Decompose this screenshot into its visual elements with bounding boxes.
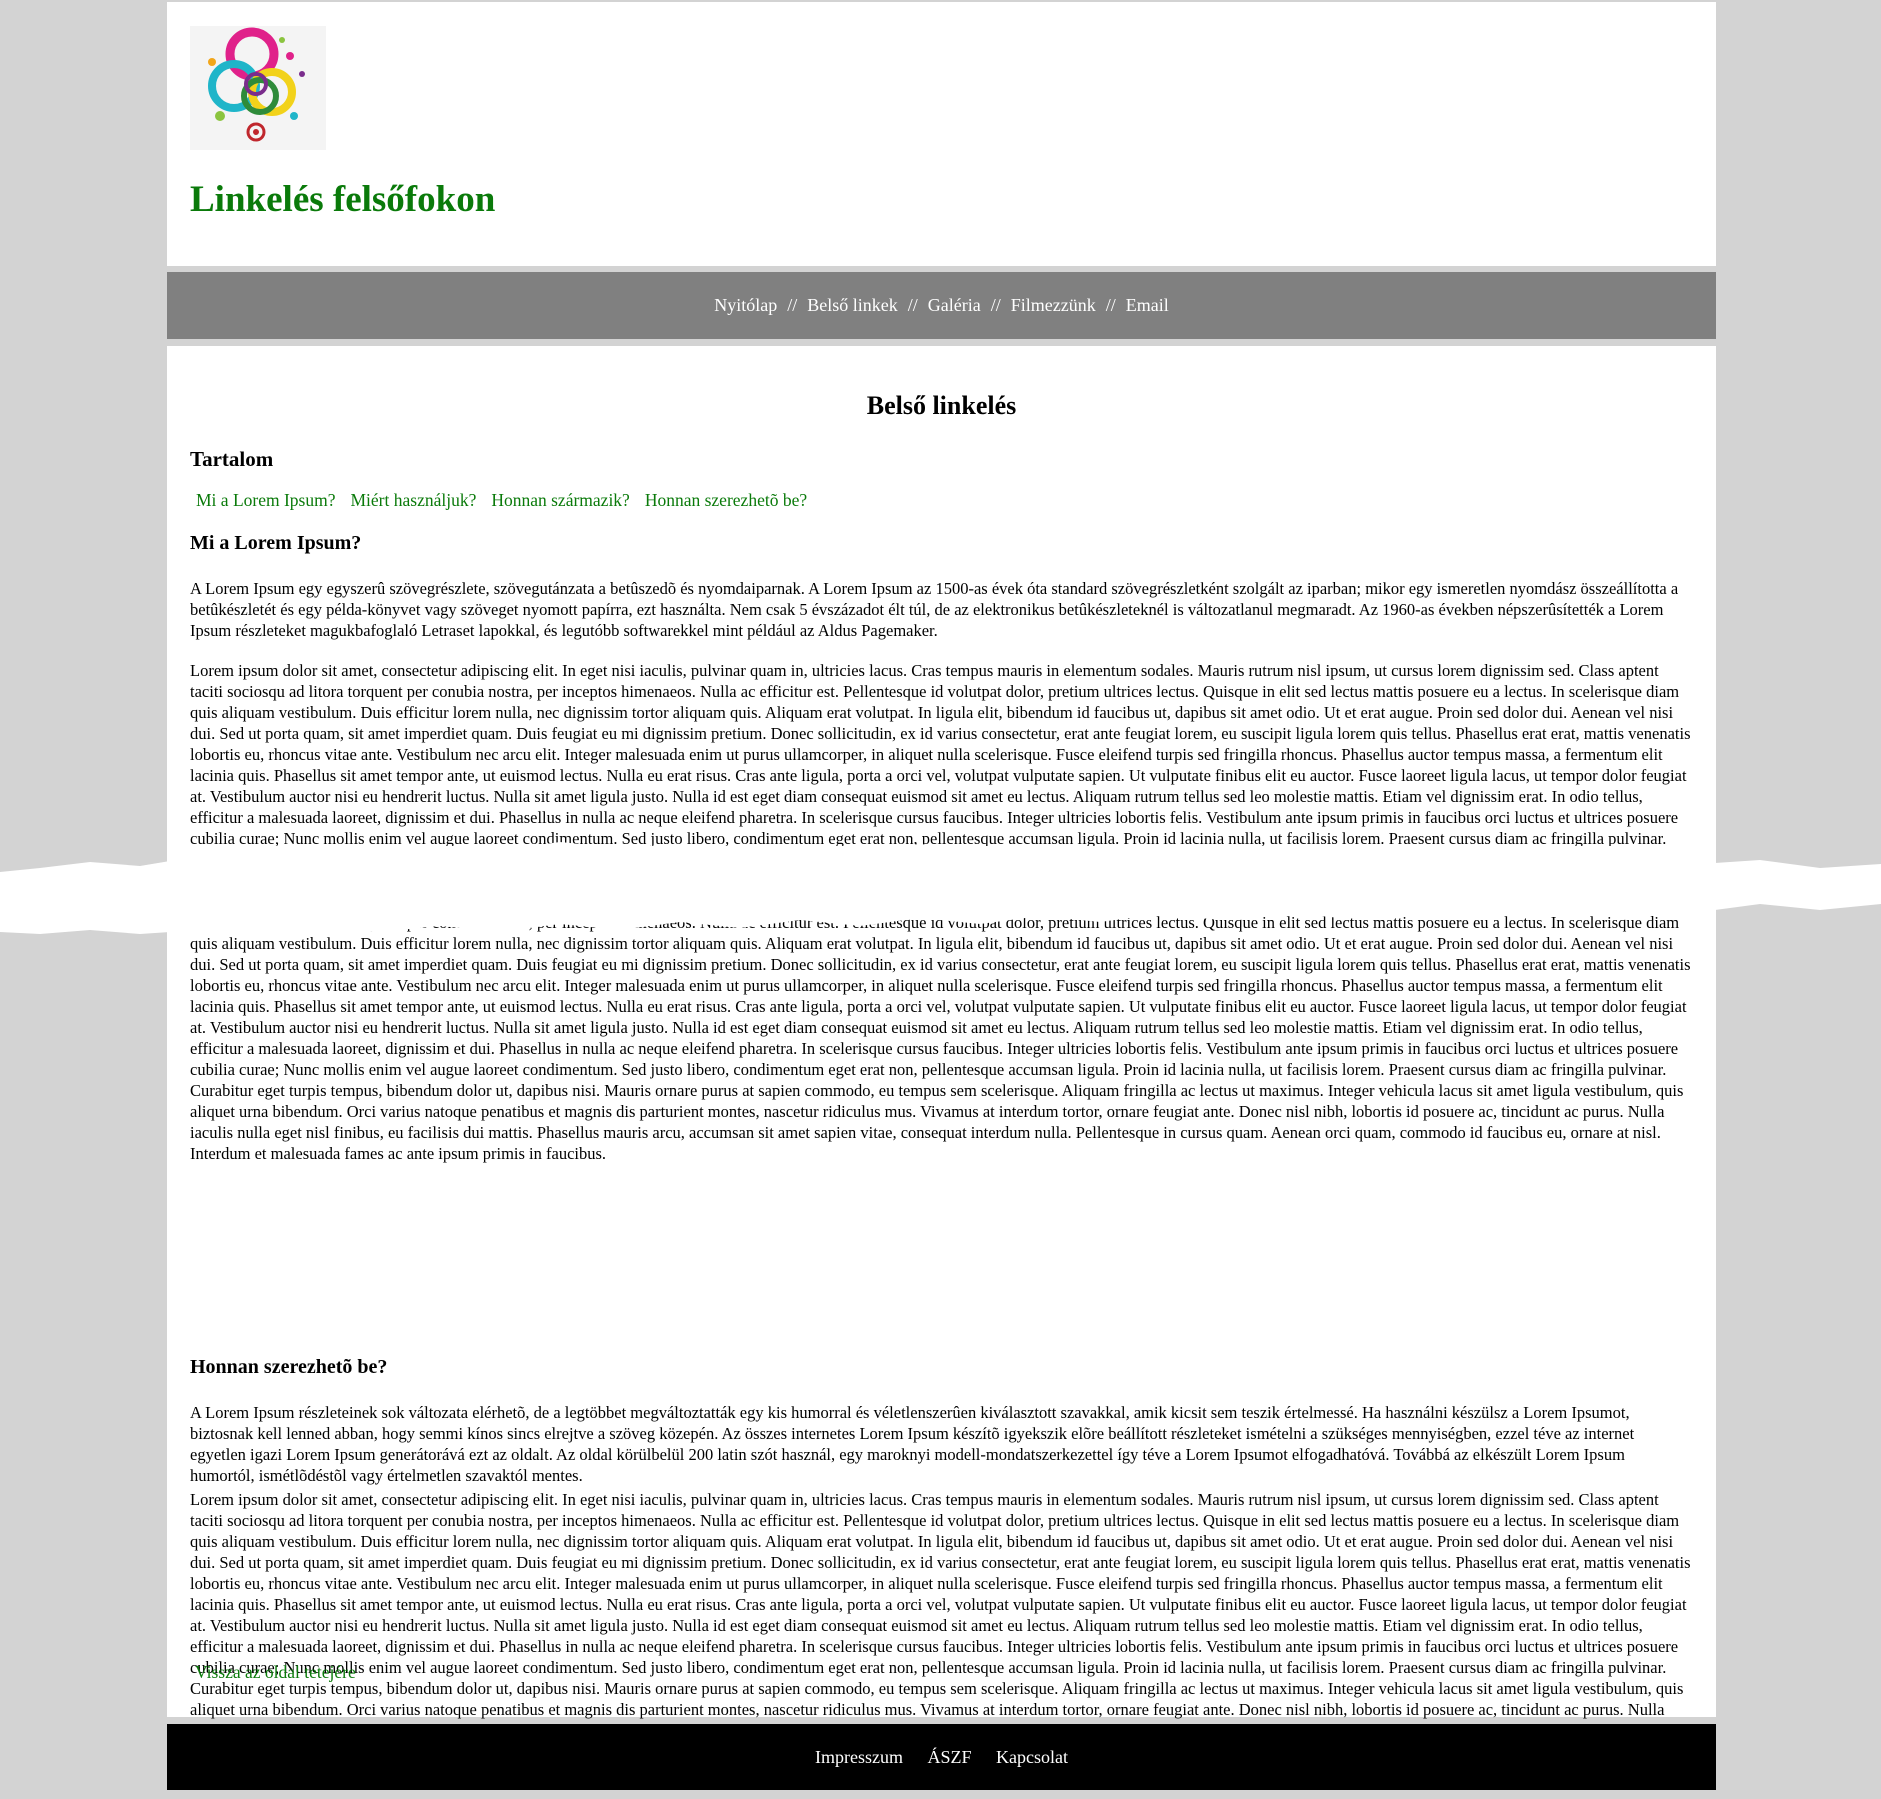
site-header: Linkelés felsőfokon: [167, 2, 1716, 266]
section-paragraph: A Lorem Ipsum részleteinek sok változata…: [190, 1403, 1635, 1485]
toc-title: Tartalom: [190, 447, 274, 471]
section-paragraph: Lorem ipsum dolor sit amet, consectetur …: [190, 913, 1691, 1163]
nav-item-email[interactable]: Email: [1126, 295, 1169, 315]
section-paragraph: Lorem ipsum dolor sit amet, consectetur …: [190, 1490, 1691, 1761]
section-paragraph-clipped: Lorem ipsum dolor sit amet, consectetur …: [190, 660, 1693, 846]
nav-item-filmezzunk[interactable]: Filmezzünk: [1011, 295, 1096, 315]
toc-link-mi-a-lorem-ipsum[interactable]: Mi a Lorem Ipsum?: [196, 490, 335, 510]
page-title: Belső linkelés: [866, 391, 1017, 420]
nav-item-nyitolap[interactable]: Nyitólap: [714, 295, 777, 315]
nav-separator: //: [787, 295, 798, 315]
site-footer: Impresszum ÁSZF Kapcsolat: [167, 1724, 1716, 1790]
back-to-top-link[interactable]: Vissza az oldal tetejére: [195, 1662, 356, 1682]
nav-item-galeria[interactable]: Galéria: [928, 295, 981, 315]
footer-link-impresszum[interactable]: Impresszum: [815, 1747, 903, 1767]
table-of-contents: Mi a Lorem Ipsum? Miért használjuk? Honnan…: [190, 490, 1693, 511]
nav-separator: //: [907, 295, 918, 315]
back-to-top-container: Vissza az oldal tetejére: [190, 1662, 1693, 1683]
nav-separator: //: [1105, 295, 1116, 315]
section-paragraph: Lorem ipsum dolor sit amet, consectetur …: [190, 661, 1691, 846]
toc-link-honnan-szerezheto-be[interactable]: Honnan szerezhetõ be?: [645, 490, 807, 510]
page: Linkelés felsőfokon Nyitólap // Belső link…: [0, 0, 1881, 1799]
main-navigation: Nyitólap // Belső linkek // Galéria // Filmezz…: [167, 272, 1716, 339]
site-title: Linkelés felsőfokon: [190, 179, 496, 220]
section-heading-honnan-szerezheto-be: Honnan szerezhetõ be?: [190, 1356, 388, 1378]
toc-link-honnan-szarmazik[interactable]: Honnan származik?: [491, 490, 629, 510]
nav-separator: //: [990, 295, 1001, 315]
footer-link-aszf[interactable]: ÁSZF: [927, 1747, 971, 1767]
footer-link-kapcsolat[interactable]: Kapcsolat: [996, 1747, 1068, 1767]
section-paragraph: A Lorem Ipsum egy egyszerû szövegrészlet…: [190, 579, 1679, 640]
section-heading-mi-a-lorem-ipsum: Mi a Lorem Ipsum?: [190, 532, 362, 554]
section-paragraph-continued: Lorem ipsum dolor sit amet, consectetur …: [190, 912, 1693, 1332]
colorful-circles-logo-icon[interactable]: [190, 26, 326, 150]
nav-item-belso-linkek[interactable]: Belső linkek: [807, 295, 898, 315]
main-content: Belső linkelés Tartalom Mi a Lorem Ipsum…: [167, 346, 1716, 1761]
toc-link-miert-hasznaljuk[interactable]: Miért használjuk?: [350, 490, 476, 510]
